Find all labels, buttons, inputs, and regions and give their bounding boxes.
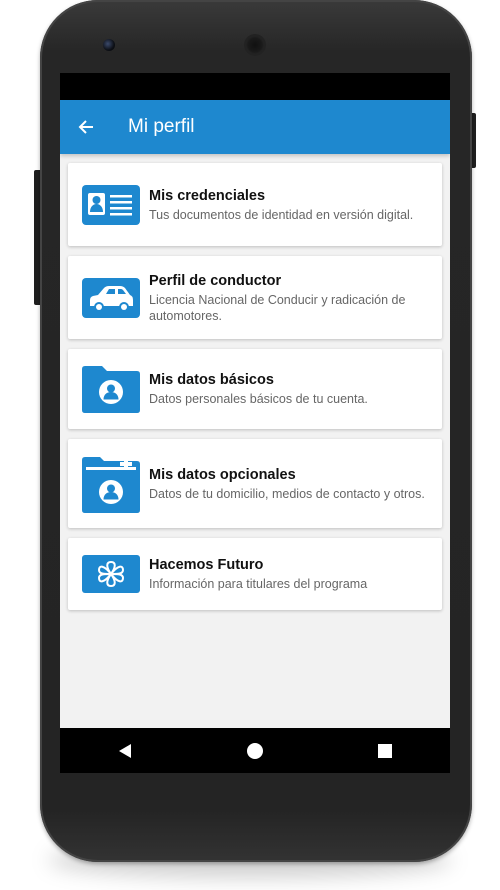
profile-menu-list: Mis credenciales Tus documentos de ident… [60, 154, 450, 610]
earpiece-speaker [244, 34, 266, 56]
card-title: Mis credenciales [149, 187, 266, 204]
screen: Mi perfil Mis credenciales Tus documento… [60, 73, 450, 773]
card-perfil-conductor[interactable]: Perfil de conductor Licencia Nacional de… [68, 256, 442, 339]
phone-frame: Mi perfil Mis credenciales Tus documento… [40, 0, 472, 862]
triangle-back-icon [119, 743, 131, 758]
card-mis-datos-basicos[interactable]: Mis datos básicos Datos personales básic… [68, 349, 442, 429]
hacemos-futuro-icon [82, 555, 140, 593]
card-description: Licencia Nacional de Conducir y radicaci… [149, 292, 406, 323]
id-card-icon [82, 184, 140, 225]
card-description: Tus documentos de identidad en versión d… [149, 207, 414, 222]
folder-user-add-icon [82, 455, 140, 513]
app-bar: Mi perfil [60, 100, 450, 154]
card-mis-credenciales[interactable]: Mis credenciales Tus documentos de ident… [68, 163, 442, 246]
card-hacemos-futuro[interactable]: Hacemos Futuro Información para titulare… [68, 538, 442, 610]
card-description: Información para titulares del programa [149, 577, 368, 591]
folder-user-icon [82, 365, 140, 413]
card-description: Datos personales básicos de tu cuenta. [149, 392, 368, 406]
status-bar [60, 73, 450, 100]
nav-home-button[interactable] [225, 728, 285, 773]
arrow-back-icon [78, 120, 93, 134]
card-mis-datos-opcionales[interactable]: Mis datos opcionales Datos de tu domicil… [68, 439, 442, 528]
card-title: Mis datos opcionales [149, 466, 296, 483]
card-title: Mis datos básicos [149, 372, 274, 388]
back-button[interactable] [60, 100, 112, 154]
front-camera [103, 39, 115, 51]
navigation-bar [60, 728, 450, 773]
nav-recents-button[interactable] [355, 728, 415, 773]
car-icon [82, 277, 140, 318]
nav-back-button[interactable] [95, 728, 155, 773]
circle-home-icon [247, 742, 263, 759]
card-title: Perfil de conductor [149, 272, 282, 289]
square-recents-icon [378, 743, 392, 758]
card-description: Datos de tu domicilio, medios de contact… [149, 486, 425, 501]
card-title: Hacemos Futuro [149, 557, 264, 573]
page-title: Mi perfil [128, 116, 195, 137]
